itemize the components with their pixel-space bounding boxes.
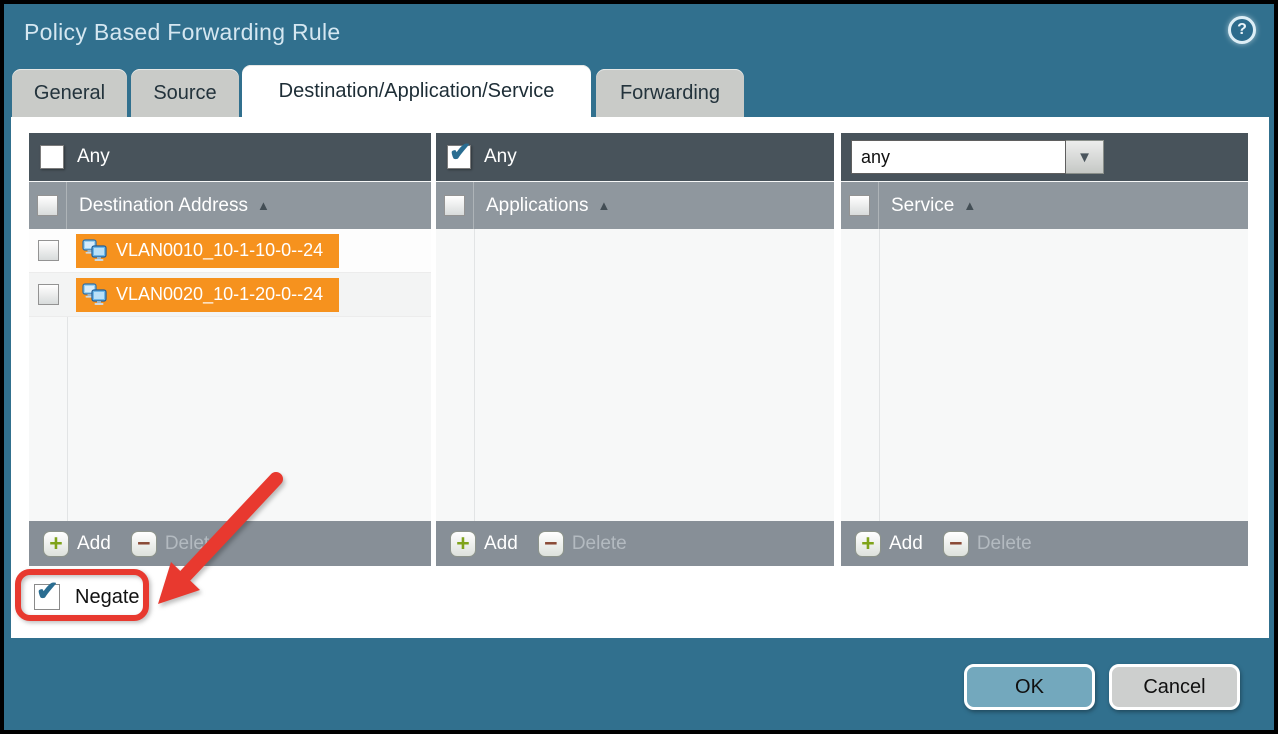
service-header-row: Service ▲ (841, 182, 1248, 229)
plus-icon: + (456, 532, 469, 555)
plus-icon: + (861, 532, 874, 555)
destination-any-label: Any (77, 146, 110, 168)
service-select-all-checkbox[interactable] (849, 195, 870, 216)
service-mode-value[interactable]: any (851, 140, 1066, 174)
address-object-label: VLAN0010_10-1-10-0--24 (116, 240, 323, 261)
destination-address-column: Any Destination Address ▲ (29, 133, 431, 566)
table-row[interactable]: VLAN0010_10-1-10-0--24 (29, 229, 431, 273)
service-list (841, 229, 1248, 521)
destination-column-header[interactable]: Destination Address (79, 195, 248, 217)
destination-select-all-checkbox[interactable] (37, 195, 58, 216)
chevron-down-icon: ▼ (1077, 149, 1092, 166)
sort-asc-icon[interactable]: ▲ (597, 198, 610, 213)
destination-header-row: Destination Address ▲ (29, 182, 431, 229)
address-group-icon (82, 239, 108, 263)
applications-actions-bar: + Add − Delete (436, 521, 834, 566)
policy-based-forwarding-dialog: Policy Based Forwarding Rule ? General S… (0, 0, 1278, 734)
minus-icon: − (949, 532, 962, 555)
destination-any-bar: Any (29, 133, 431, 181)
applications-any-checkbox[interactable]: ✔ (447, 145, 471, 169)
destination-actions-bar: + Add − Delete (29, 521, 431, 566)
table-row[interactable]: VLAN0020_10-1-20-0--24 (29, 273, 431, 317)
ok-button[interactable]: OK (964, 664, 1095, 710)
cancel-button[interactable]: Cancel (1109, 664, 1240, 710)
delete-button[interactable]: − Delete (538, 531, 627, 557)
tab-general[interactable]: General (12, 69, 127, 117)
destination-any-checkbox[interactable] (40, 145, 64, 169)
service-column-header[interactable]: Service (891, 195, 954, 217)
applications-column-header[interactable]: Applications (486, 195, 588, 217)
applications-any-bar: ✔ Any (436, 133, 834, 181)
minus-icon: − (544, 532, 557, 555)
tab-content-panel: Any Destination Address ▲ (11, 117, 1269, 638)
tab-destination-application-service[interactable]: Destination/Application/Service (242, 65, 591, 117)
address-object-label: VLAN0020_10-1-20-0--24 (116, 284, 323, 305)
help-icon[interactable]: ? (1228, 16, 1256, 44)
address-group-icon (82, 283, 108, 307)
applications-list (436, 229, 834, 521)
add-button[interactable]: + Add (450, 531, 518, 557)
annotation-highlight-box (15, 569, 149, 621)
service-mode-dropdown[interactable]: any ▼ (851, 140, 1104, 174)
destination-list: VLAN0010_10-1-10-0--24 (29, 229, 431, 521)
dialog-title: Policy Based Forwarding Rule (24, 19, 341, 46)
delete-button[interactable]: − Delete (943, 531, 1032, 557)
check-icon: ✔ (449, 137, 472, 168)
service-dropdown-bar: any ▼ (841, 133, 1248, 181)
plus-icon: + (49, 532, 62, 555)
applications-any-label: Any (484, 146, 517, 168)
row-checkbox[interactable] (38, 240, 59, 261)
tab-forwarding[interactable]: Forwarding (596, 69, 744, 117)
service-actions-bar: + Add − Delete (841, 521, 1248, 566)
applications-select-all-checkbox[interactable] (444, 195, 465, 216)
add-button[interactable]: + Add (855, 531, 923, 557)
applications-header-row: Applications ▲ (436, 182, 834, 229)
row-checkbox[interactable] (38, 284, 59, 305)
service-column: any ▼ Service ▲ + Add (841, 133, 1248, 566)
add-button[interactable]: + Add (43, 531, 111, 557)
sort-asc-icon[interactable]: ▲ (963, 198, 976, 213)
sort-asc-icon[interactable]: ▲ (257, 198, 270, 213)
address-object-chip[interactable]: VLAN0020_10-1-20-0--24 (76, 278, 339, 312)
applications-column: ✔ Any Applications ▲ + Add (436, 133, 834, 566)
delete-button[interactable]: − Delete (131, 531, 220, 557)
minus-icon: − (137, 532, 150, 555)
address-object-chip[interactable]: VLAN0010_10-1-10-0--24 (76, 234, 339, 268)
tab-source[interactable]: Source (131, 69, 239, 117)
